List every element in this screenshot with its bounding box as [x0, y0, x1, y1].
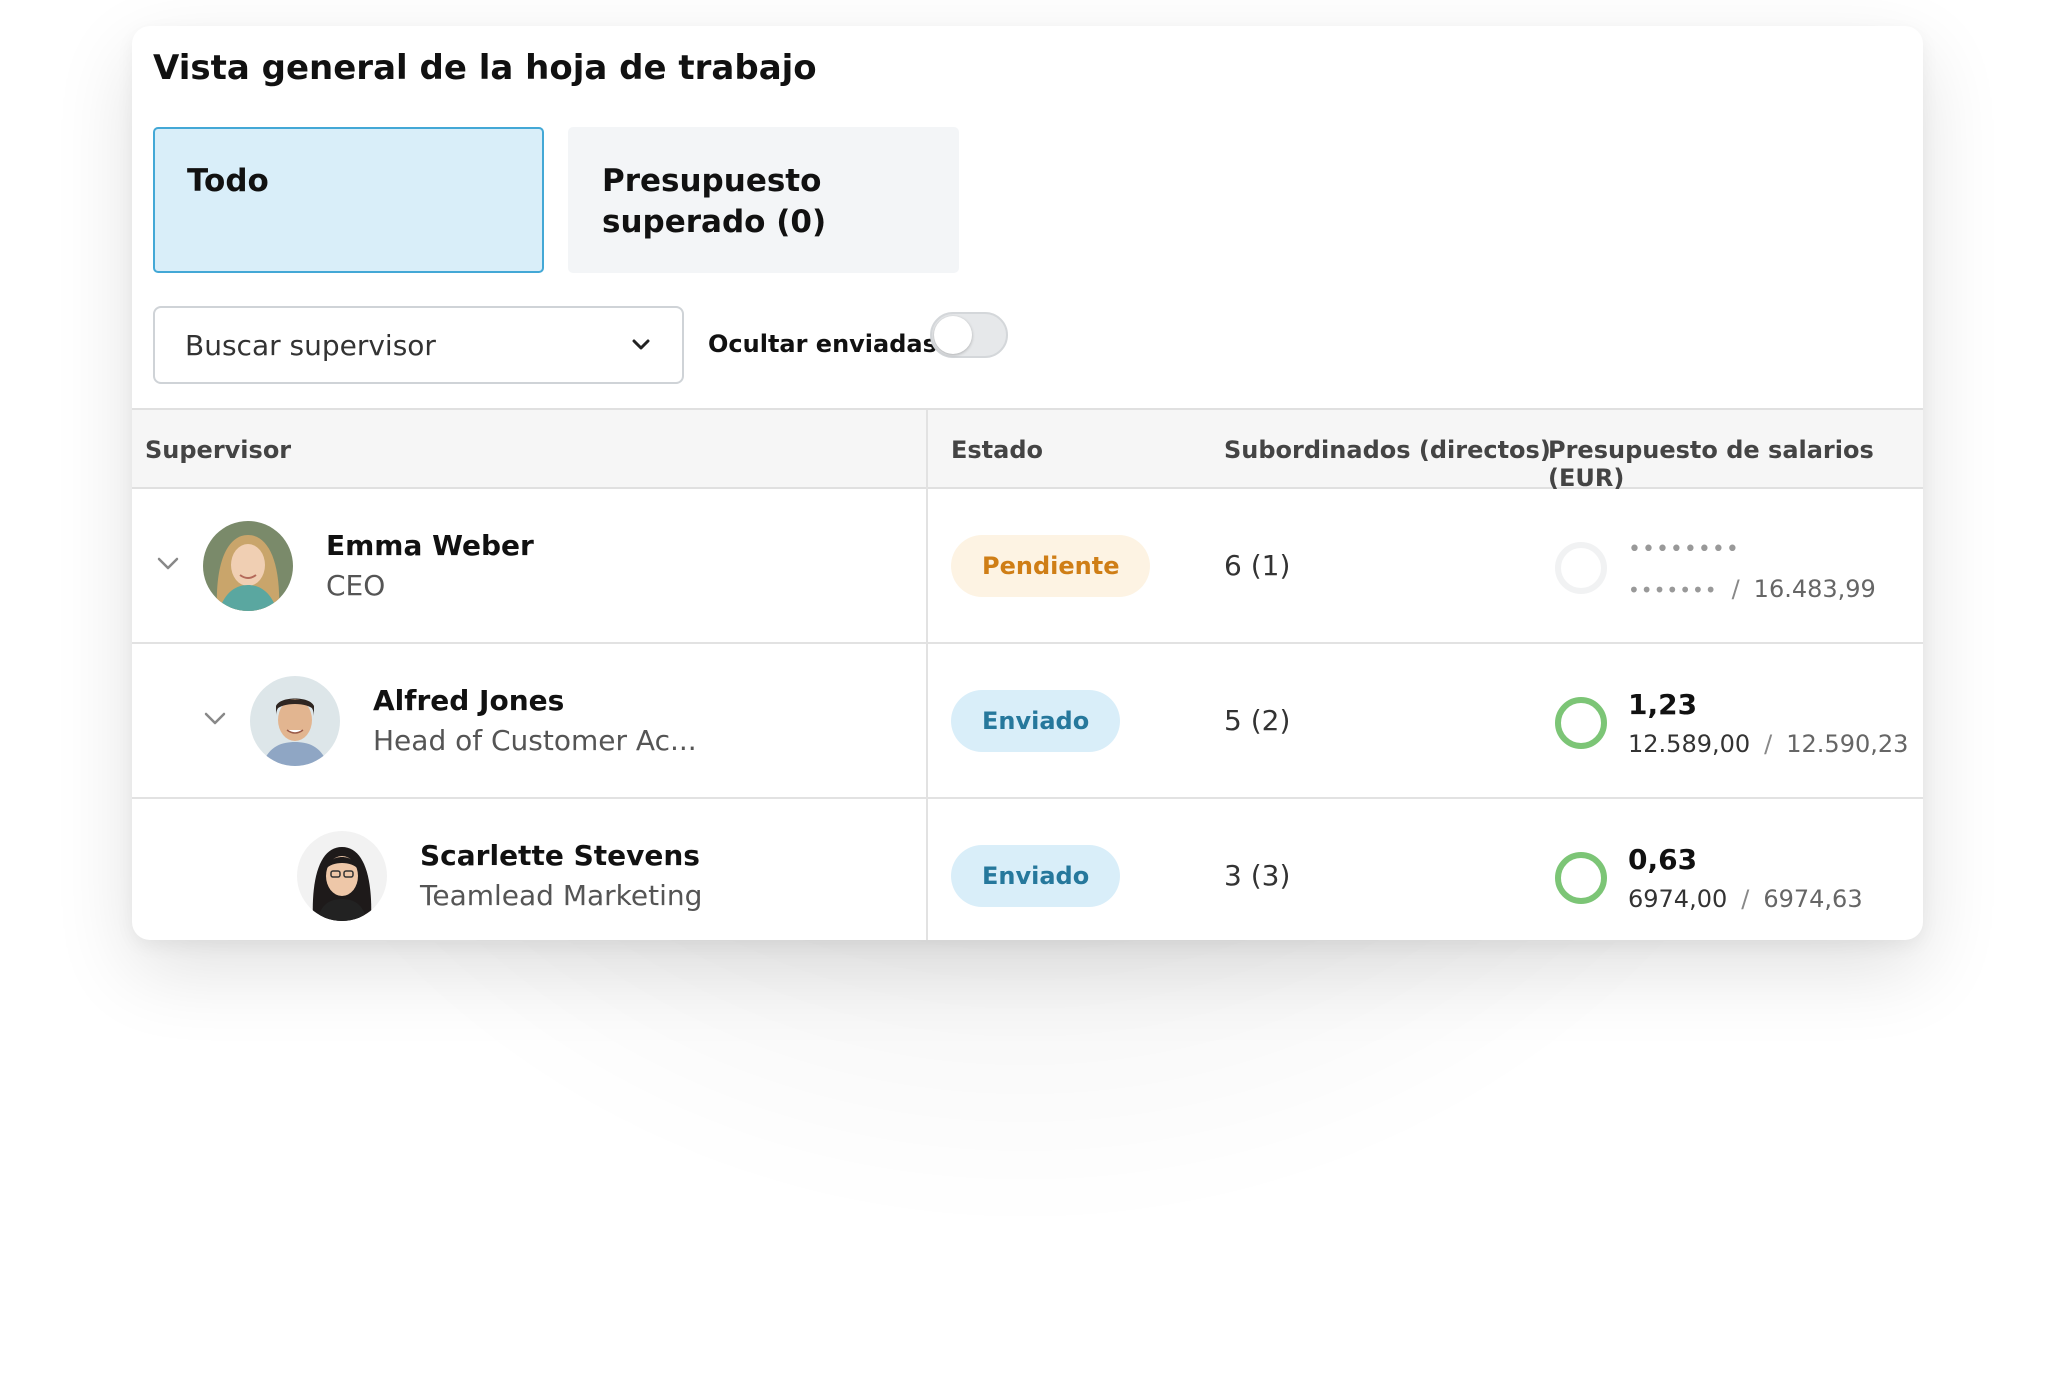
budget-used: 12.589,00 [1628, 730, 1751, 758]
expand-chevron-icon[interactable] [200, 704, 230, 734]
budget-total: 16.483,99 [1753, 575, 1876, 603]
column-header-status[interactable]: Estado [951, 436, 1043, 464]
status-badge: Pendiente [951, 535, 1151, 597]
supervisor-table: Supervisor Estado Subordinados (directos… [132, 408, 1923, 940]
column-divider [926, 489, 928, 644]
subordinates-count: 3 (3) [1224, 859, 1291, 892]
budget-separator: / [1764, 730, 1773, 758]
tab-over-budget-label: Presupuesto superado (0) [602, 163, 827, 240]
hide-sent-toggle[interactable] [930, 312, 1008, 358]
supervisor-name: Alfred Jones [373, 684, 565, 717]
budget-used: 6974,00 [1628, 885, 1728, 913]
budget-detail: ••••••• / 16.483,99 [1628, 575, 1876, 603]
hide-sent-label: Ocultar enviadas [708, 330, 937, 358]
tab-all-label: Todo [187, 163, 269, 199]
supervisor-role: Head of Customer Ac... [373, 724, 697, 757]
budget-total: 12.590,23 [1786, 730, 1909, 758]
budget-used-masked: ••••••• [1628, 578, 1718, 602]
table-row[interactable]: Alfred Jones Head of Customer Ac... Envi… [132, 644, 1923, 799]
avatar [297, 831, 387, 921]
progress-ring-icon [1553, 695, 1609, 751]
worksheet-overview-card: Vista general de la hoja de trabajo Todo… [132, 26, 1923, 940]
status-badge: Enviado [951, 690, 1121, 752]
supervisor-role: Teamlead Marketing [420, 879, 703, 912]
budget-separator: / [1741, 885, 1750, 913]
supervisor-select-value: Buscar supervisor [185, 328, 436, 362]
expand-chevron-icon[interactable] [153, 549, 183, 579]
avatar [203, 521, 293, 611]
tab-all[interactable]: Todo [153, 127, 544, 273]
toggle-knob [934, 316, 972, 354]
tab-over-budget[interactable]: Presupuesto superado (0) [568, 127, 959, 273]
chevron-down-icon [630, 334, 652, 356]
progress-ring-icon [1553, 540, 1609, 596]
table-row[interactable]: Scarlette Stevens Teamlead Marketing Env… [132, 799, 1923, 940]
budget-detail: 12.589,00 / 12.590,23 [1628, 730, 1908, 758]
page-title: Vista general de la hoja de trabajo [153, 48, 817, 88]
column-divider [926, 799, 928, 940]
budget-detail: 6974,00 / 6974,63 [1628, 885, 1863, 913]
column-divider [926, 410, 928, 491]
table-header: Supervisor Estado Subordinados (directos… [132, 408, 1923, 492]
column-header-budget[interactable]: Presupuesto de salarios (EUR) [1548, 436, 1923, 492]
supervisor-role: CEO [326, 569, 386, 602]
supervisor-name: Emma Weber [326, 529, 534, 562]
budget-remaining: 1,23 [1628, 688, 1698, 721]
budget-separator: / [1731, 575, 1740, 603]
table-row[interactable]: Emma Weber CEO Pendiente 6 (1) •••••••• … [132, 489, 1923, 644]
progress-ring-icon [1553, 850, 1609, 906]
budget-remaining-masked: •••••••• [1628, 537, 1740, 562]
budget-remaining: 0,63 [1628, 843, 1698, 876]
status-badge: Enviado [951, 845, 1121, 907]
column-header-subordinates[interactable]: Subordinados (directos) [1224, 436, 1551, 464]
column-divider [926, 644, 928, 799]
subordinates-count: 6 (1) [1224, 549, 1291, 582]
supervisor-name: Scarlette Stevens [420, 839, 700, 872]
budget-total: 6974,63 [1763, 885, 1863, 913]
column-header-supervisor[interactable]: Supervisor [145, 436, 291, 464]
avatar [250, 676, 340, 766]
supervisor-select[interactable]: Buscar supervisor [153, 306, 684, 384]
subordinates-count: 5 (2) [1224, 704, 1291, 737]
